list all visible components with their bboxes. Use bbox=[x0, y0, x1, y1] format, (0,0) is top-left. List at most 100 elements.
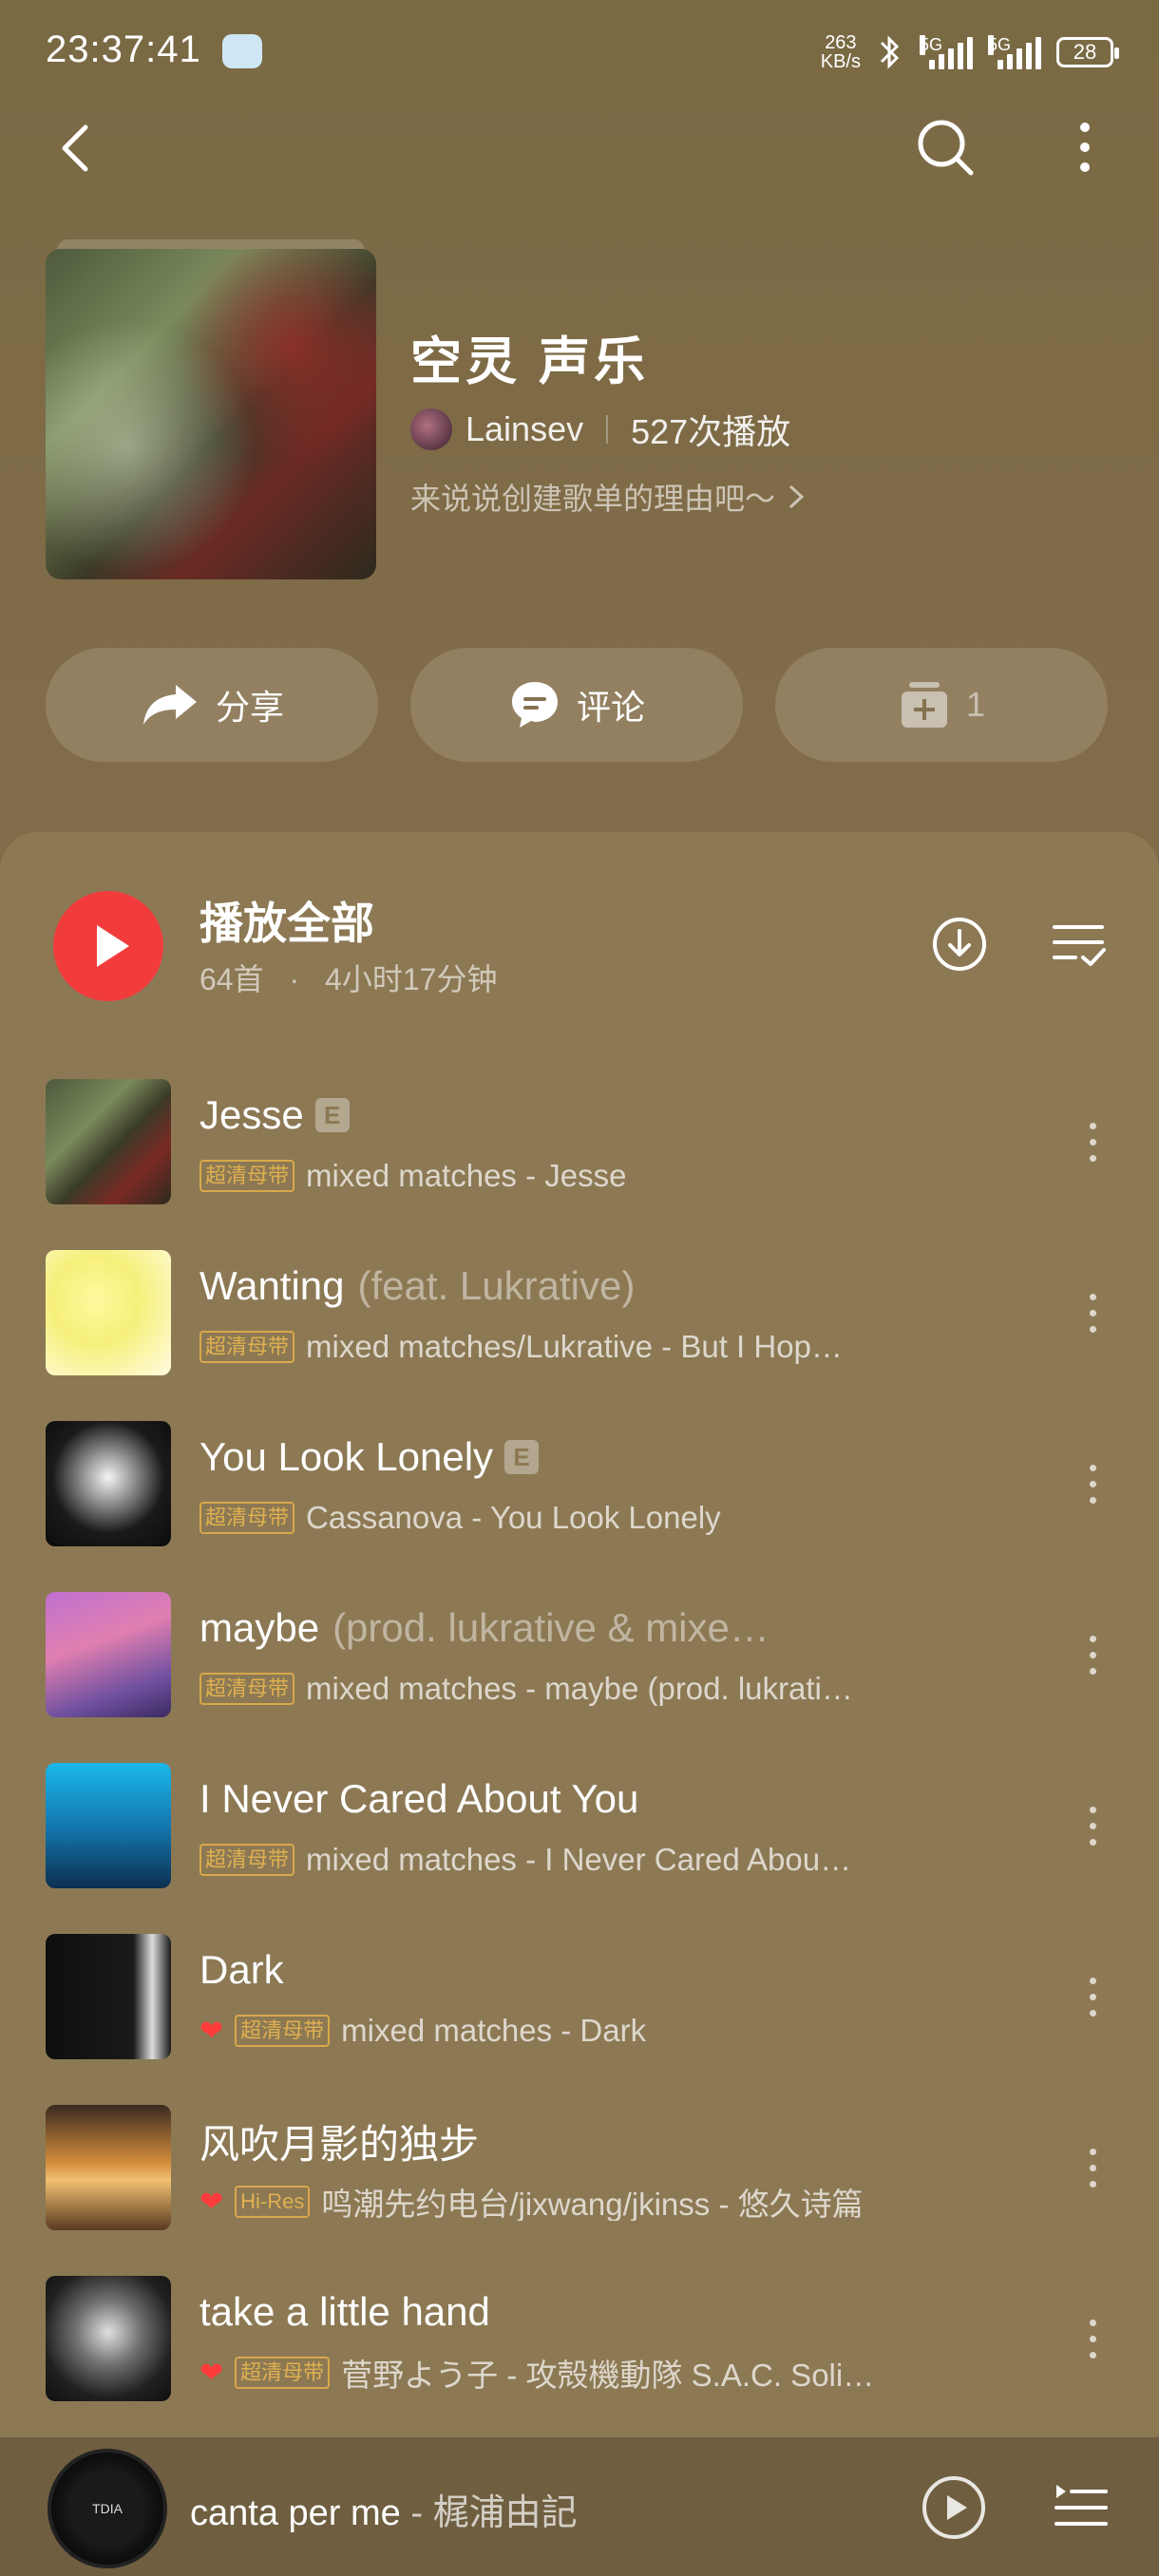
back-button[interactable] bbox=[48, 118, 108, 179]
quality-tag: Hi-Res bbox=[235, 2186, 311, 2218]
net-speed-unit: KB/s bbox=[820, 51, 861, 72]
song-title-line: Dark bbox=[200, 1941, 1054, 1998]
mini-player[interactable]: TDIA canta per me - 梶浦由記 bbox=[0, 2437, 1159, 2576]
song-subtitle-line: 超清母带 mixed matches - I Never Cared Abou… bbox=[200, 1841, 998, 1879]
song-title: I Never Cared About You bbox=[200, 1776, 639, 1821]
playlist-meta: 64首 · 4小时17分钟 bbox=[200, 956, 497, 999]
explicit-badge: E bbox=[504, 1440, 540, 1474]
song-row[interactable]: 风吹月影的独步 ❤ Hi-Res 鸣潮先约电台/jixwang/jkinss -… bbox=[0, 2078, 1159, 2249]
comment-label: 评论 bbox=[576, 688, 645, 727]
song-subtitle: Cassanova - You Look Lonely bbox=[306, 1500, 721, 1535]
quality-tag: 超清母带 bbox=[200, 1331, 295, 1363]
song-row[interactable]: Dark ❤ 超清母带 mixed matches - Dark bbox=[0, 1907, 1159, 2078]
status-time: 23:37:41 bbox=[46, 28, 201, 70]
chevron-right-icon bbox=[789, 484, 805, 509]
song-subtitle-line: 超清母带 mixed matches - Jesse bbox=[200, 1157, 998, 1195]
disc-cover-art: TDIA bbox=[72, 2473, 142, 2544]
song-feat: (feat. Lukrative) bbox=[357, 1263, 636, 1308]
mini-player-artist: 梶浦由記 bbox=[432, 2493, 578, 2533]
mini-player-disc[interactable]: TDIA bbox=[48, 2449, 167, 2568]
comment-button[interactable]: 评论 bbox=[410, 648, 743, 762]
song-row[interactable]: Wanting (feat. Lukrative) 超清母带 mixed mat… bbox=[0, 1223, 1159, 1394]
song-title: 风吹月影的独步 bbox=[200, 2121, 480, 2167]
quality-tag: 超清母带 bbox=[200, 1673, 295, 1705]
song-title: You Look Lonely bbox=[200, 1434, 494, 1479]
song-row[interactable]: Jesse E 超清母带 mixed matches - Jesse bbox=[0, 1052, 1159, 1223]
add-to-collection-icon bbox=[901, 682, 947, 728]
song-more-button[interactable] bbox=[1074, 1974, 1112, 2031]
play-all-button[interactable] bbox=[53, 891, 163, 1001]
net-speed-value: 263 bbox=[825, 32, 857, 53]
more-vertical-icon bbox=[1080, 123, 1090, 172]
play-all-label[interactable]: 播放全部 bbox=[200, 889, 374, 952]
creator-avatar[interactable] bbox=[410, 408, 452, 450]
song-title: take a little hand bbox=[200, 2289, 490, 2334]
quality-tag: 超清母带 bbox=[235, 2357, 331, 2389]
song-title-line: Wanting (feat. Lukrative) bbox=[200, 1258, 1054, 1315]
song-title: maybe bbox=[200, 1605, 320, 1650]
song-subtitle: mixed matches - Dark bbox=[341, 2013, 647, 2048]
song-subtitle: 菅野よう子 - 攻殻機動隊 S.A.C. Soli… bbox=[341, 2358, 875, 2392]
song-title-line: take a little hand bbox=[200, 2283, 1054, 2340]
playlist-description[interactable]: 来说说创建歌单的理由吧～ bbox=[410, 475, 806, 519]
search-button[interactable] bbox=[912, 114, 978, 180]
song-feat: (prod. lukrative & mixe… bbox=[332, 1605, 770, 1650]
song-title: Jesse bbox=[200, 1092, 304, 1137]
song-subtitle: 鸣潮先约电台/jixwang/jkinss - 悠久诗篇 bbox=[321, 2187, 864, 2221]
song-subtitle-line: ❤ 超清母带 mixed matches - Dark bbox=[200, 2012, 998, 2050]
song-more-button[interactable] bbox=[1074, 2316, 1112, 2373]
queue-button[interactable] bbox=[1053, 2479, 1110, 2536]
mini-player-track[interactable]: canta per me - 梶浦由記 bbox=[190, 2483, 578, 2535]
collect-count: 1 bbox=[965, 685, 986, 724]
song-subtitle-line: ❤ Hi-Res 鸣潮先约电台/jixwang/jkinss - 悠久诗篇 bbox=[200, 2183, 998, 2221]
song-list-panel: 播放全部 64首 · 4小时17分钟 Jesse E 超清母带 mixed ma… bbox=[0, 832, 1159, 2437]
song-row[interactable]: I Never Cared About You 超清母带 mixed match… bbox=[0, 1736, 1159, 1907]
song-subtitle: mixed matches - Jesse bbox=[306, 1158, 627, 1193]
song-row[interactable]: maybe (prod. lukrative & mixe… 超清母带 mixe… bbox=[0, 1565, 1159, 1736]
song-subtitle-line: ❤ 超清母带 菅野よう子 - 攻殻機動隊 S.A.C. Soli… bbox=[200, 2354, 998, 2392]
share-button[interactable]: 分享 bbox=[46, 648, 378, 762]
more-vertical-icon bbox=[1074, 1461, 1112, 1504]
more-vertical-icon bbox=[1074, 2316, 1112, 2358]
song-title-line: maybe (prod. lukrative & mixe… bbox=[200, 1600, 1054, 1657]
song-title-line: 风吹月影的独步 bbox=[200, 2112, 1054, 2169]
quality-tag: 超清母带 bbox=[200, 1844, 295, 1876]
more-vertical-icon bbox=[1074, 1803, 1112, 1846]
download-button[interactable] bbox=[929, 914, 990, 975]
song-more-button[interactable] bbox=[1074, 1119, 1112, 1176]
multi-select-button[interactable] bbox=[1049, 914, 1110, 975]
song-subtitle-line: 超清母带 mixed matches/Lukrative - But I Hop… bbox=[200, 1328, 998, 1366]
status-bar: 23:37:41 263 KB/s 5G 5G 28 bbox=[0, 0, 1159, 104]
divider bbox=[606, 415, 609, 444]
collect-button[interactable]: 1 bbox=[775, 648, 1108, 762]
bluetooth-icon bbox=[880, 35, 900, 69]
heart-icon: ❤ bbox=[200, 2357, 224, 2389]
quality-tag: 超清母带 bbox=[200, 1502, 295, 1534]
quality-tag: 超清母带 bbox=[235, 2015, 331, 2047]
song-thumbnail bbox=[46, 1421, 171, 1546]
share-arrow-icon bbox=[142, 685, 197, 725]
playlist-cover[interactable] bbox=[46, 249, 376, 579]
creator-row: Lainsev 527次播放 bbox=[410, 403, 790, 456]
more-button[interactable] bbox=[1056, 114, 1113, 180]
song-row[interactable]: take a little hand ❤ 超清母带 菅野よう子 - 攻殻機動隊 … bbox=[0, 2249, 1159, 2420]
back-icon bbox=[62, 124, 88, 172]
mini-play-button[interactable] bbox=[920, 2473, 988, 2542]
more-vertical-icon bbox=[1074, 1974, 1112, 2017]
playlist-title: 空灵 声乐 bbox=[410, 333, 650, 390]
song-more-button[interactable] bbox=[1074, 1803, 1112, 1860]
song-subtitle-line: 超清母带 Cassanova - You Look Lonely bbox=[200, 1499, 998, 1537]
song-more-button[interactable] bbox=[1074, 2145, 1112, 2202]
song-more-button[interactable] bbox=[1074, 1461, 1112, 1518]
total-duration: 4小时17分钟 bbox=[325, 962, 498, 996]
song-row[interactable]: You Look Lonely E 超清母带 Cassanova - You L… bbox=[0, 1394, 1159, 1565]
song-thumbnail bbox=[46, 1934, 171, 2059]
song-title-line: I Never Cared About You bbox=[200, 1771, 1054, 1828]
creator-name[interactable]: Lainsev bbox=[466, 409, 583, 449]
notification-app-icon bbox=[222, 34, 262, 68]
net-speed: 263 KB/s bbox=[821, 33, 861, 71]
status-indicators: 263 KB/s 5G 5G 28 bbox=[821, 28, 1119, 76]
song-more-button[interactable] bbox=[1074, 1290, 1112, 1347]
battery-icon: 28 bbox=[1056, 37, 1119, 67]
song-more-button[interactable] bbox=[1074, 1632, 1112, 1689]
